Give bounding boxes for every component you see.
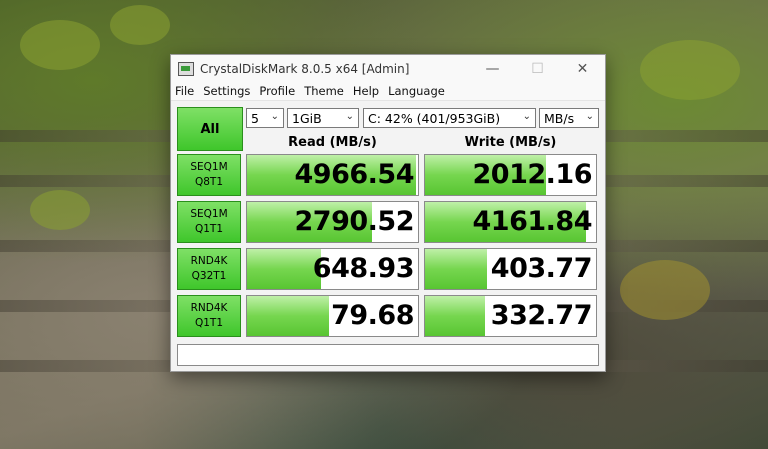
close-button[interactable]: ✕ — [560, 55, 605, 82]
write-bar — [425, 249, 487, 289]
title-bar[interactable]: CrystalDiskMark 8.0.5 x64 [Admin] — ☐ ✕ — [171, 55, 605, 82]
unit-value: MB/s — [544, 110, 575, 126]
chevron-down-icon: ⌄ — [585, 111, 594, 122]
write-value: 4161.84 — [472, 206, 593, 237]
drive-value: C: 42% (401/953GiB) — [368, 110, 501, 126]
app-icon — [178, 61, 194, 76]
read-value: 4966.54 — [294, 159, 415, 190]
test-label-line1: RND4K — [190, 255, 228, 267]
size-select[interactable]: 1GiB ⌄ — [287, 108, 359, 128]
read-bar — [247, 249, 321, 289]
read-result-cell: 2790.52 — [246, 201, 419, 243]
menu-profile[interactable]: Profile — [259, 84, 295, 98]
menu-bar: File Settings Profile Theme Help Languag… — [171, 82, 605, 101]
maximize-button[interactable]: ☐ — [515, 55, 560, 82]
write-bar — [425, 296, 485, 336]
chevron-down-icon: ⌄ — [522, 111, 531, 122]
test-button-rnd4k-q1t1[interactable]: RND4K Q1T1 — [177, 295, 241, 337]
read-result-cell: 79.68 — [246, 295, 419, 337]
read-header: Read (MB/s) — [288, 135, 377, 150]
comment-field[interactable] — [177, 344, 599, 366]
menu-settings[interactable]: Settings — [203, 84, 250, 98]
write-result-cell: 2012.16 — [424, 154, 597, 196]
controls-row: All 5 ⌄ 1GiB ⌄ C: 42% (401/953GiB) ⌄ MB/… — [177, 107, 599, 151]
unit-select[interactable]: MB/s ⌄ — [539, 108, 599, 128]
write-value: 332.77 — [490, 300, 593, 331]
all-button[interactable]: All — [177, 107, 243, 151]
chevron-down-icon: ⌄ — [345, 111, 354, 122]
minimize-button[interactable]: — — [470, 55, 515, 82]
write-value: 403.77 — [490, 253, 593, 284]
write-result-cell: 403.77 — [424, 248, 597, 290]
test-label-line2: Q1T1 — [194, 223, 224, 235]
test-label-line1: SEQ1M — [190, 208, 228, 220]
write-value: 2012.16 — [472, 159, 593, 190]
size-value: 1GiB — [292, 110, 322, 126]
test-label-line1: RND4K — [190, 302, 228, 314]
test-button-seq1m-q1t1[interactable]: SEQ1M Q1T1 — [177, 201, 241, 243]
write-result-cell: 332.77 — [424, 295, 597, 337]
menu-file[interactable]: File — [175, 84, 194, 98]
window-title: CrystalDiskMark 8.0.5 x64 [Admin] — [200, 61, 410, 76]
drive-select[interactable]: C: 42% (401/953GiB) ⌄ — [363, 108, 536, 128]
crystaldiskmark-window: CrystalDiskMark 8.0.5 x64 [Admin] — ☐ ✕ … — [170, 54, 606, 372]
count-value: 5 — [251, 110, 259, 126]
write-result-cell: 4161.84 — [424, 201, 597, 243]
test-label-line2: Q8T1 — [194, 176, 224, 188]
test-label-line1: SEQ1M — [190, 161, 228, 173]
test-button-seq1m-q8t1[interactable]: SEQ1M Q8T1 — [177, 154, 241, 196]
count-select[interactable]: 5 ⌄ — [246, 108, 284, 128]
test-label-line2: Q32T1 — [191, 270, 227, 282]
menu-theme[interactable]: Theme — [304, 84, 344, 98]
chevron-down-icon: ⌄ — [270, 111, 279, 122]
test-label-line2: Q1T1 — [194, 317, 224, 329]
menu-language[interactable]: Language — [388, 84, 445, 98]
menu-help[interactable]: Help — [353, 84, 379, 98]
write-header: Write (MB/s) — [464, 135, 557, 150]
read-value: 2790.52 — [294, 206, 415, 237]
read-result-cell: 4966.54 — [246, 154, 419, 196]
read-result-cell: 648.93 — [246, 248, 419, 290]
read-value: 79.68 — [331, 300, 414, 331]
test-button-rnd4k-q32t1[interactable]: RND4K Q32T1 — [177, 248, 241, 290]
read-value: 648.93 — [312, 253, 415, 284]
read-bar — [247, 296, 330, 336]
